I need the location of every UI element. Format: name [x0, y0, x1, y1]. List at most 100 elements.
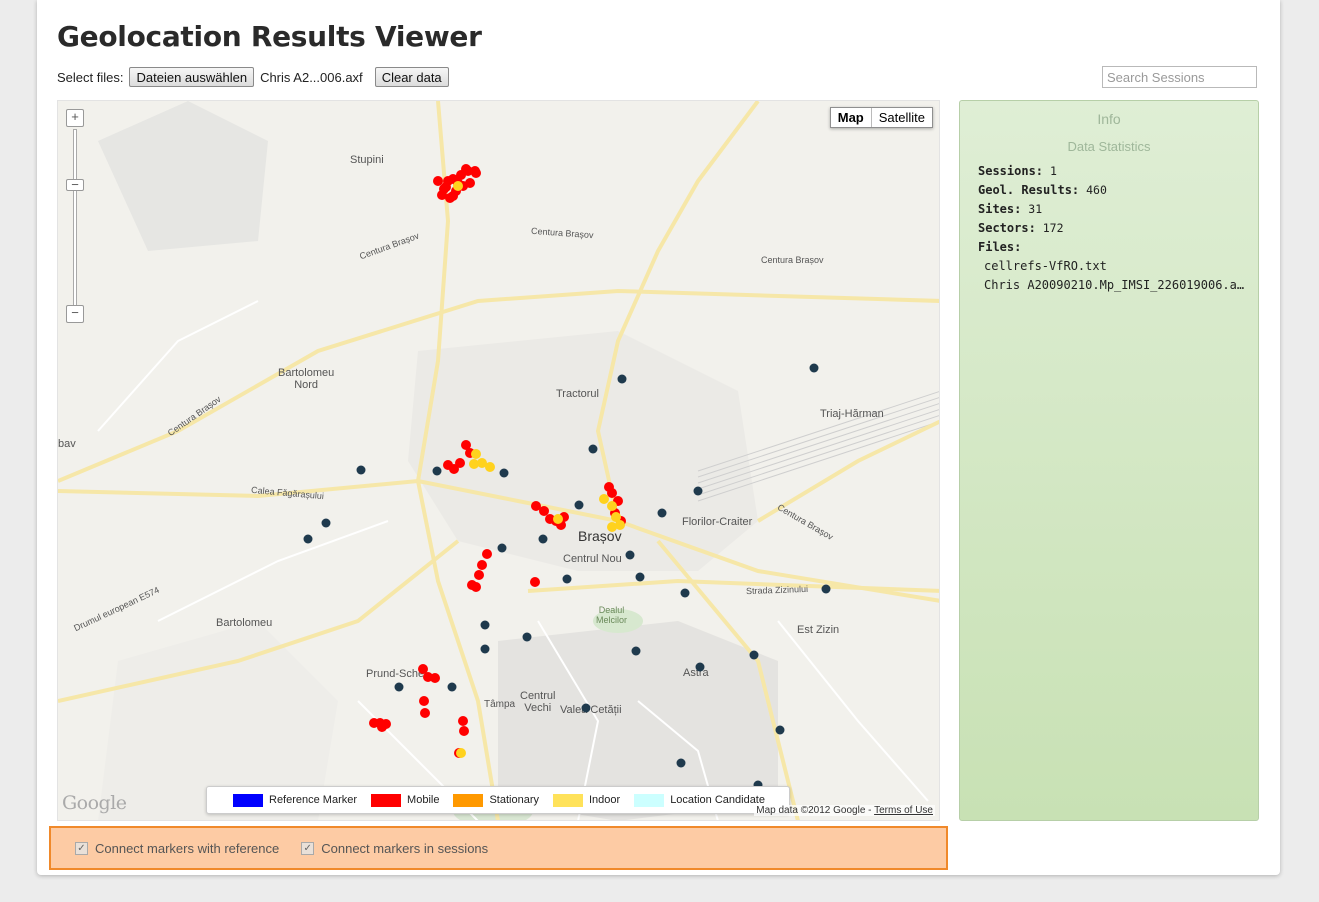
mobile-marker[interactable] [539, 506, 549, 516]
legend-swatch-stationary [453, 793, 484, 807]
site-marker[interactable] [321, 518, 331, 528]
site-marker[interactable] [432, 466, 442, 476]
site-marker[interactable] [821, 584, 831, 594]
mobile-marker[interactable] [459, 726, 469, 736]
zoom-control: + − − [66, 109, 84, 329]
zoom-out-button[interactable]: − [66, 305, 84, 323]
site-marker[interactable] [749, 650, 759, 660]
site-marker[interactable] [693, 486, 703, 496]
info-title: Info [1097, 111, 1121, 127]
mobile-marker[interactable] [474, 570, 484, 580]
site-marker[interactable] [676, 758, 686, 768]
site-marker[interactable] [480, 620, 490, 630]
map-type-map-button[interactable]: Map [831, 108, 872, 127]
file-item: cellrefs-VfRO.txt [984, 259, 1107, 273]
mobile-marker[interactable] [377, 722, 387, 732]
mobile-marker[interactable] [448, 191, 458, 201]
select-files-label: Select files: [57, 69, 124, 85]
site-marker[interactable] [497, 543, 507, 553]
legend-item-reference: Reference Marker [233, 793, 357, 807]
search-sessions-input[interactable] [1102, 66, 1257, 88]
indoor-marker[interactable] [485, 462, 495, 472]
legend-item-stationary: Stationary [453, 793, 539, 807]
site-marker[interactable] [657, 508, 667, 518]
mobile-marker[interactable] [470, 166, 480, 176]
legend-swatch-indoor [552, 793, 583, 807]
site-marker[interactable] [356, 465, 366, 475]
site-marker[interactable] [680, 588, 690, 598]
site-marker[interactable] [809, 363, 819, 373]
stat-sectors: Sectors: 172 [978, 221, 1064, 235]
indoor-marker[interactable] [553, 514, 563, 524]
map-legend: Reference Marker Mobile Stationary Indoo… [206, 786, 790, 814]
mobile-marker[interactable] [458, 716, 468, 726]
stat-files-label: Files: [978, 240, 1022, 254]
map-view[interactable]: Stupini Tractorul Bartolomeu Nord Triaj-… [57, 100, 940, 821]
mobile-marker[interactable] [465, 178, 475, 188]
map-type-control: Map Satellite [829, 107, 933, 128]
map-attribution: Map data ©2012 Google - Terms of Use [754, 805, 935, 816]
mobile-marker[interactable] [482, 549, 492, 559]
file-controls: Select files: Dateien auswählen Chris A2… [57, 67, 449, 87]
mobile-marker[interactable] [530, 577, 540, 587]
site-marker[interactable] [480, 644, 490, 654]
site-marker[interactable] [522, 632, 532, 642]
mobile-marker[interactable] [467, 580, 477, 590]
site-marker[interactable] [499, 468, 509, 478]
indoor-marker[interactable] [453, 181, 463, 191]
legend-swatch-reference [233, 793, 263, 807]
mobile-marker[interactable] [477, 560, 487, 570]
zoom-in-button[interactable]: + [66, 109, 84, 127]
indoor-marker[interactable] [607, 501, 617, 511]
data-statistics: Sessions: 1 Geol. Results: 460 Sites: 31… [978, 162, 1258, 257]
legend-item-indoor: Indoor [552, 793, 620, 807]
connect-sessions-checkbox[interactable]: ✓ [301, 841, 315, 855]
indoor-marker[interactable] [456, 748, 466, 758]
mobile-marker[interactable] [433, 176, 443, 186]
connect-reference-checkbox[interactable]: ✓ [75, 841, 88, 855]
connect-reference-label: Connect markers with reference [95, 840, 280, 856]
stat-geol-results: Geol. Results: 460 [978, 183, 1107, 197]
site-marker[interactable] [625, 550, 635, 560]
info-subtitle: Data Statistics [1067, 139, 1151, 154]
marker-layer [303, 164, 831, 790]
mobile-marker[interactable] [455, 458, 465, 468]
site-marker[interactable] [588, 444, 598, 454]
zoom-slider-track[interactable] [73, 129, 77, 309]
site-marker[interactable] [538, 534, 548, 544]
clear-data-button[interactable]: Clear data [374, 67, 449, 87]
mobile-marker[interactable] [443, 176, 453, 186]
site-marker[interactable] [775, 725, 785, 735]
indoor-marker[interactable] [607, 522, 617, 532]
connect-reference-option[interactable]: ✓ Connect markers with reference [75, 841, 279, 856]
zoom-slider-handle[interactable]: − [66, 178, 84, 191]
options-bar: ✓ Connect markers with reference ✓ Conne… [49, 826, 948, 870]
mobile-marker[interactable] [419, 696, 429, 706]
legend-item-mobile: Mobile [371, 793, 439, 807]
page-container: Geolocation Results Viewer Select files:… [37, 0, 1280, 875]
choose-files-button[interactable]: Dateien auswählen [129, 67, 255, 87]
site-marker[interactable] [562, 574, 572, 584]
legend-swatch-location-candidate [634, 793, 665, 807]
site-marker[interactable] [635, 572, 645, 582]
site-marker[interactable] [394, 682, 404, 692]
mobile-marker[interactable] [420, 708, 430, 718]
info-panel: Info Data Statistics Sessions: 1 Geol. R… [959, 100, 1259, 821]
site-marker[interactable] [617, 374, 627, 384]
mobile-marker[interactable] [430, 673, 440, 683]
site-marker[interactable] [631, 646, 641, 656]
site-marker[interactable] [581, 703, 591, 713]
google-logo: Google [62, 792, 127, 814]
site-marker[interactable] [447, 682, 457, 692]
map-type-satellite-button[interactable]: Satellite [872, 108, 932, 127]
stat-sessions: Sessions: 1 [978, 164, 1057, 178]
site-marker[interactable] [303, 534, 313, 544]
connect-sessions-option[interactable]: ✓ Connect markers in sessions [301, 841, 488, 856]
mobile-marker[interactable] [607, 488, 617, 498]
terms-of-use-link[interactable]: Terms of Use [874, 805, 933, 816]
indoor-marker[interactable] [599, 494, 609, 504]
mobile-marker[interactable] [461, 164, 471, 174]
site-marker[interactable] [695, 662, 705, 672]
site-marker[interactable] [574, 500, 584, 510]
indoor-marker[interactable] [471, 449, 481, 459]
